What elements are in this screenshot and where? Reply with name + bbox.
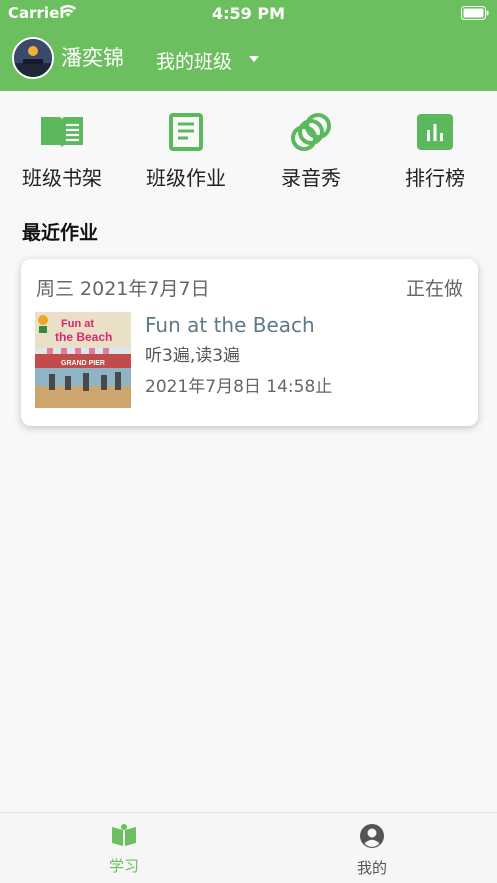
battery-icon	[461, 5, 489, 24]
user-icon	[312, 823, 432, 853]
username: 潘奕锦	[61, 46, 124, 70]
avatar[interactable]	[12, 37, 54, 79]
clock: 4:59 PM	[211, 4, 285, 23]
section-title: 最近作业	[22, 222, 99, 244]
header-bar: Carrier 4:59 PM 潘奕锦 我的班级	[0, 0, 497, 91]
tab-bar: 学习 我的	[0, 812, 497, 883]
menu-class-homework[interactable]: 班级作业	[124, 110, 248, 191]
cover-title-line1: Fun at	[61, 318, 94, 330]
class-selector[interactable]: 我的班级	[156, 47, 232, 74]
feature-menu: 班级书架 班级作业 录音秀 排行榜	[0, 110, 497, 200]
menu-label: 录音秀	[281, 166, 341, 190]
cover-title-line2: the Beach	[55, 330, 112, 344]
menu-recording-show[interactable]: 录音秀	[249, 110, 373, 191]
cover-sign: GRAND PIER	[61, 360, 105, 367]
chevron-down-icon[interactable]	[249, 56, 259, 62]
menu-label: 班级书架	[22, 166, 102, 190]
status-badge: 正在做	[405, 278, 463, 300]
assignment-card[interactable]: 周三 2021年7月7日 正在做 Fun at the Beach GRAND …	[21, 259, 478, 426]
tab-study[interactable]: 学习	[64, 823, 184, 876]
menu-leaderboard[interactable]: 排行榜	[373, 110, 497, 191]
bar-chart-icon	[373, 110, 497, 154]
tab-label: 我的	[356, 859, 387, 877]
assignment-date: 周三 2021年7月7日	[36, 278, 210, 300]
tab-label: 学习	[108, 857, 139, 875]
study-book-icon	[64, 823, 184, 851]
document-icon	[124, 110, 248, 154]
book-title: Fun at the Beach	[145, 313, 315, 337]
book-icon	[0, 110, 124, 154]
book-cover-image: Fun at the Beach GRAND PIER	[35, 312, 131, 408]
rings-icon	[249, 110, 373, 154]
status-bar: Carrier 4:59 PM	[0, 0, 497, 26]
assignment-requirement: 听3遍,读3遍	[145, 346, 241, 366]
tab-mine[interactable]: 我的	[312, 823, 432, 878]
menu-label: 排行榜	[405, 166, 465, 190]
menu-label: 班级作业	[146, 166, 226, 190]
assignment-due: 2021年7月8日 14:58止	[145, 377, 333, 397]
menu-class-bookshelf[interactable]: 班级书架	[0, 110, 124, 191]
